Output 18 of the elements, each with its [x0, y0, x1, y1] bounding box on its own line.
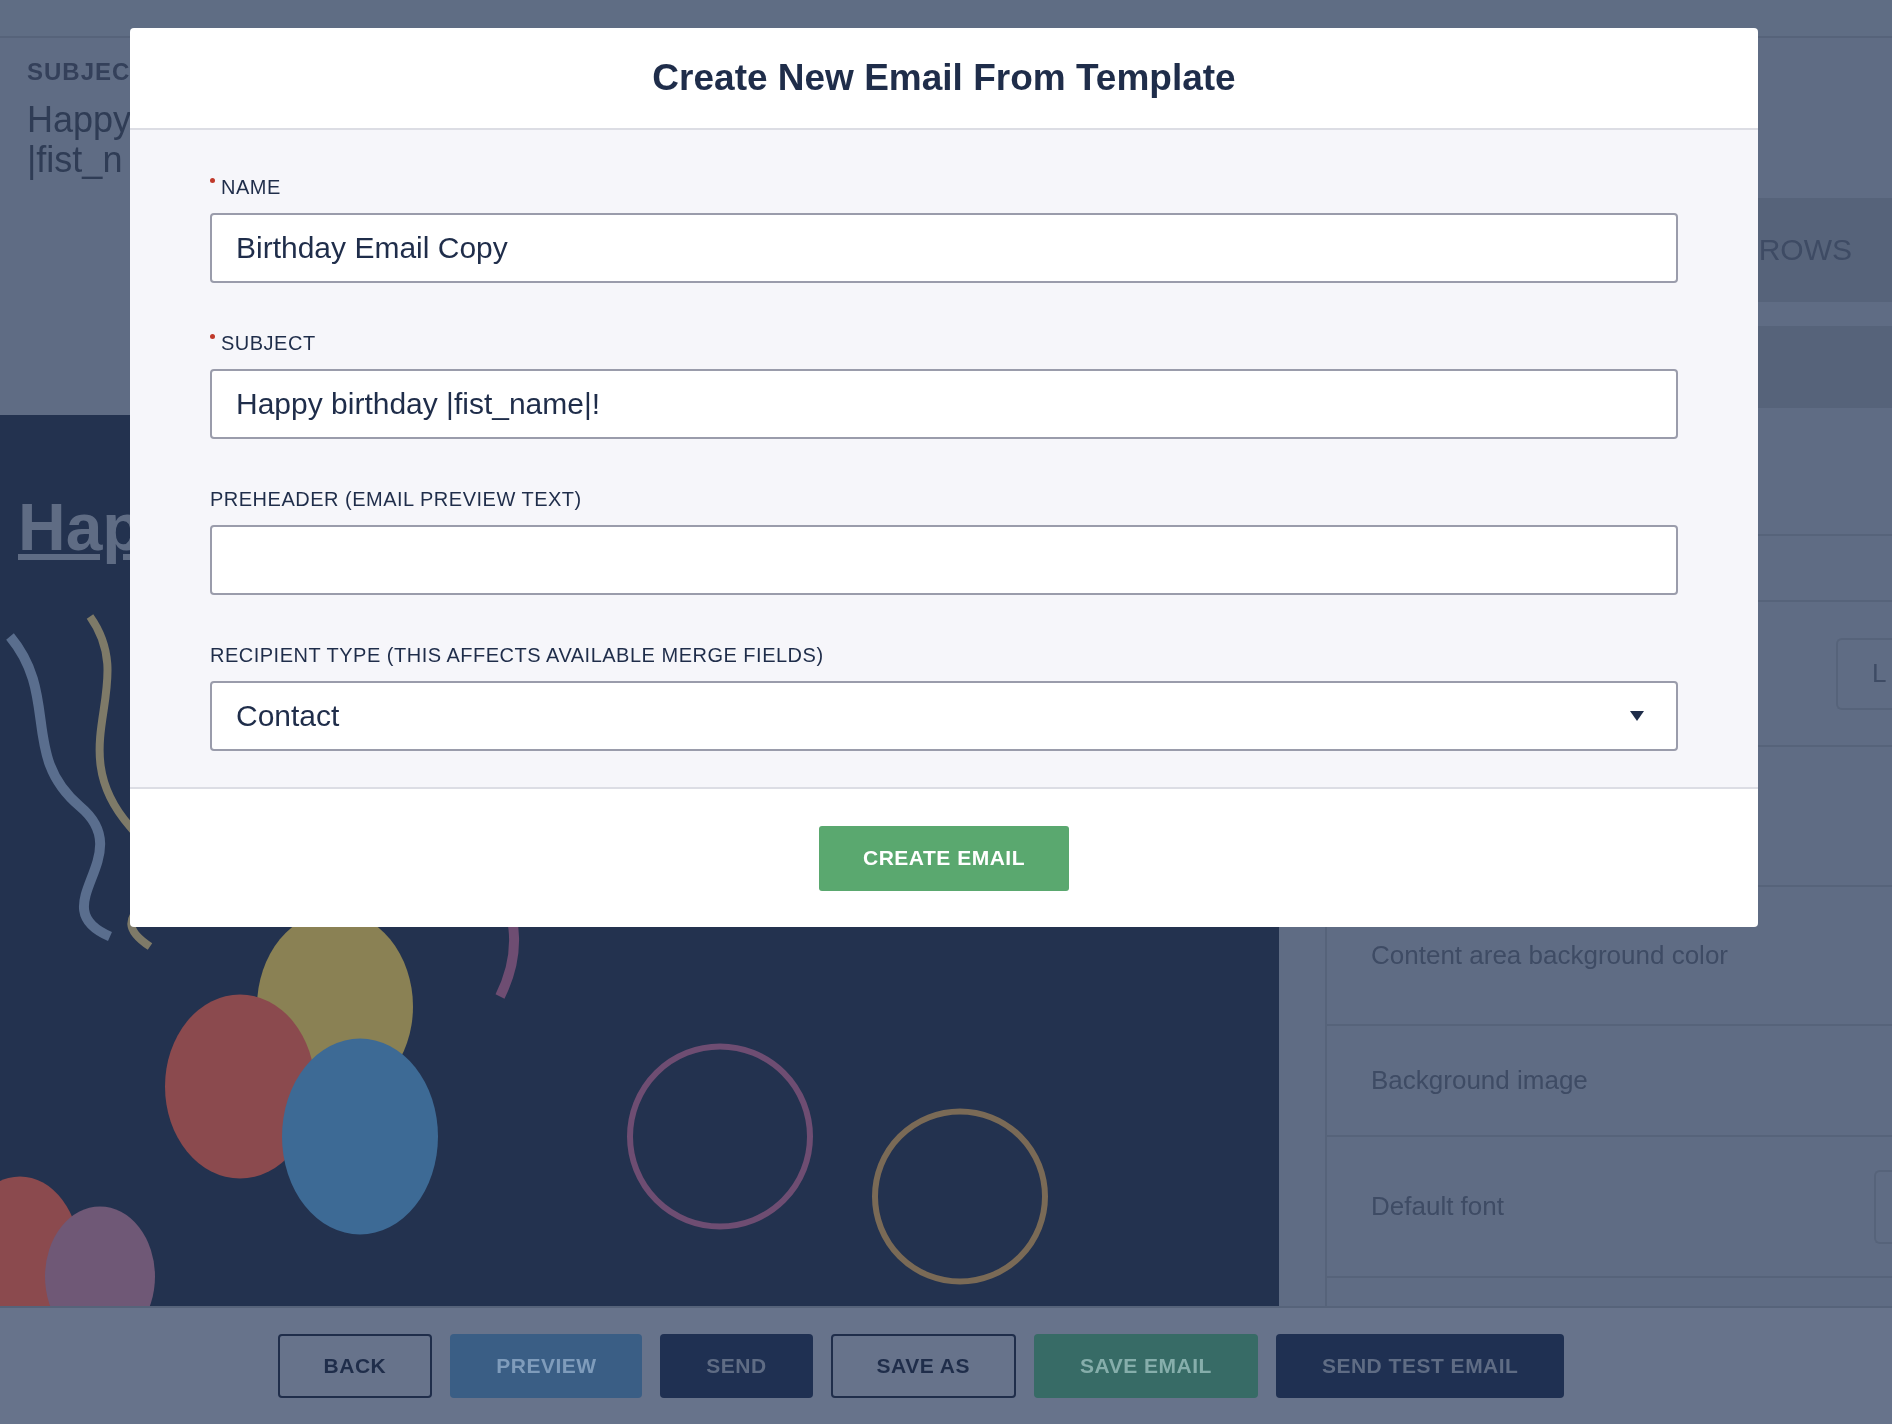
toolbar-button[interactable]: PREVIEW — [450, 1334, 643, 1398]
field-label: NAME — [221, 176, 281, 199]
input-field[interactable] — [210, 525, 1678, 595]
toolbar-button[interactable]: BACK — [277, 1334, 433, 1398]
dialog-title: Create New Email From Template — [652, 57, 1236, 99]
input-field[interactable]: Happy birthday |fist_name|! — [210, 369, 1678, 439]
field-label: RECIPIENT TYPE (THIS AFFECTS AVAILABLE MERGE FIELDS) — [210, 644, 824, 667]
field-label: PREHEADER (EMAIL PREVIEW TEXT) — [210, 488, 582, 511]
toolbar-button[interactable]: SEND — [660, 1334, 813, 1398]
field-label: SUBJECT — [221, 332, 316, 355]
toolbar-button[interactable]: SAVE EMAIL — [1033, 1334, 1258, 1398]
create-email-button[interactable]: CREATE EMAIL — [819, 825, 1069, 891]
toolbar-button[interactable]: SAVE AS — [830, 1334, 1016, 1398]
input-field[interactable]: Birthday Email Copy — [210, 213, 1678, 283]
select-value: Contact — [236, 699, 340, 733]
toolbar-button[interactable]: SEND TEST EMAIL — [1275, 1334, 1565, 1398]
recipient-select[interactable]: Contact — [210, 681, 1678, 751]
caret-icon — [1630, 711, 1644, 721]
